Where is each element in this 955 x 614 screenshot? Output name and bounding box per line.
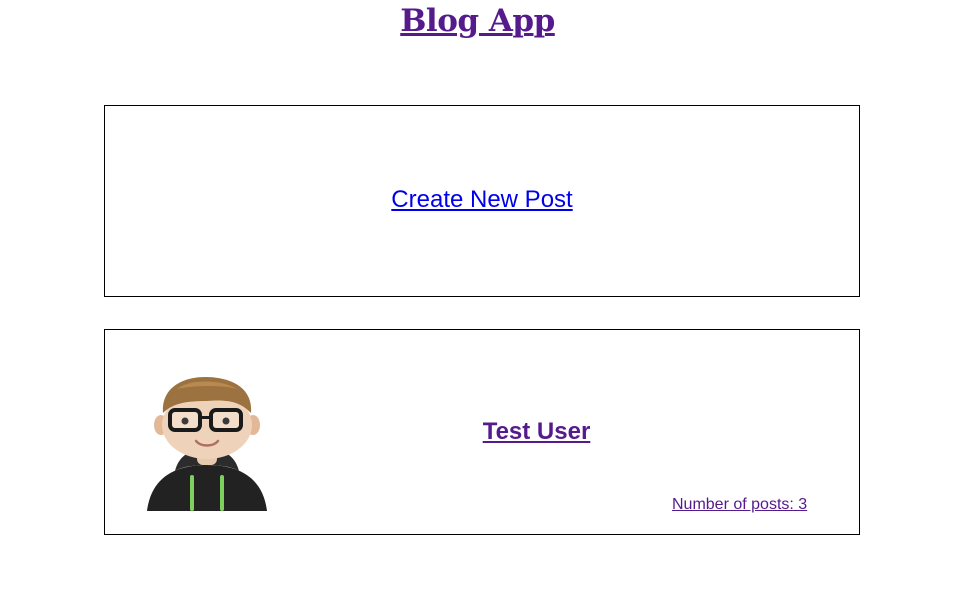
post-count-link[interactable]: Number of posts: 3 xyxy=(672,496,807,514)
user-card: Test User Number of posts: 3 xyxy=(104,329,860,535)
create-new-post-link[interactable]: Create New Post xyxy=(391,186,572,214)
app-title-link[interactable]: Blog App xyxy=(400,0,555,42)
page-header: Blog App xyxy=(0,0,955,42)
create-post-card: Create New Post xyxy=(104,105,860,297)
user-name-link[interactable]: Test User xyxy=(105,418,955,446)
